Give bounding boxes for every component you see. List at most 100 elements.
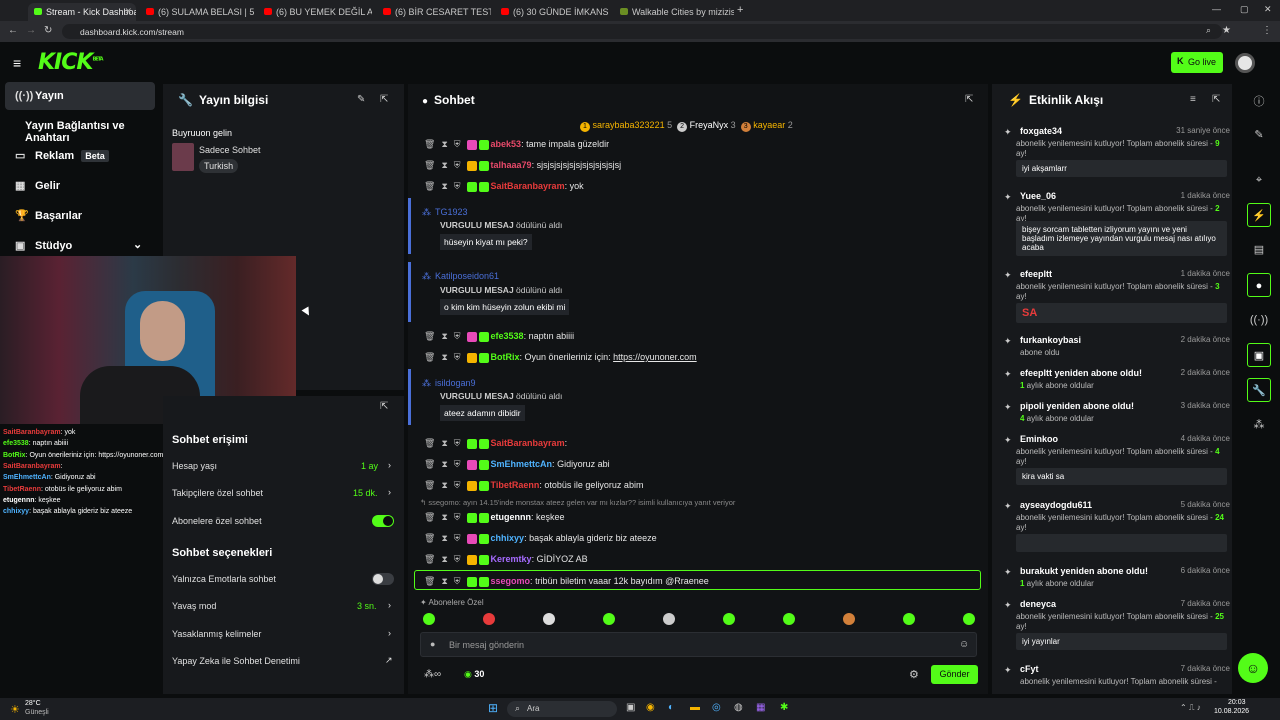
delete-icon[interactable]: 🗑 [424,554,435,564]
chat-username[interactable]: chhixyy [491,533,525,543]
back-icon[interactable]: ← [8,25,18,36]
shield-icon[interactable]: ⛨ [454,139,461,149]
sidebar-item-gelir[interactable]: ▦ Gelir [5,172,155,200]
taskbar-search[interactable]: ⌕ Ara [507,701,617,717]
timeout-icon[interactable]: ⧗ [441,160,447,170]
chevron-right-icon[interactable]: › [388,487,391,497]
popout-icon[interactable]: ⇱ [1212,94,1220,105]
notes-icon[interactable]: ▤ [1247,238,1271,262]
emote[interactable] [903,613,915,625]
sidebar-item-reklam[interactable]: ▭ Reklam Beta [5,142,155,170]
timeout-icon[interactable]: ⧗ [441,512,447,522]
timeout-icon[interactable]: ⧗ [441,139,447,149]
emote[interactable] [543,613,555,625]
browser-menu-icon[interactable]: ⋮ [1262,25,1272,36]
chat-username[interactable]: abek53 [491,139,522,149]
chat-message[interactable]: 🗑 ⧗ ⛨ abek53: tame impala güzeldir [424,139,609,150]
setting-ai-moderation[interactable]: Yapay Zeka ile Sohbet Denetimi [172,656,300,666]
delete-icon[interactable]: 🗑 [424,331,435,341]
chat-username[interactable]: SaitBaranbayram [491,181,565,191]
infinity-points-icon[interactable]: ⁂∞ [424,669,441,680]
delete-icon[interactable]: 🗑 [424,352,435,362]
tab-youtube-4[interactable]: (6) 30 GÜNDE İMKANSIZI BAŞA [495,3,609,21]
chat-message[interactable]: 🗑 ⧗ ⛨ TibetRaenn: otobüs ile geliyoruz abim [424,480,643,491]
chat-message[interactable]: 🗑 ⧗ ⛨ SaitBaranbayram: [424,438,567,449]
obs-icon[interactable]: ◍ [734,702,743,713]
tab-youtube-3[interactable]: (6) BİR CESARET TESTİ NASIL FE [377,3,491,21]
new-tab-icon[interactable]: + [737,4,743,16]
chat-username[interactable]: efe3538 [491,331,524,341]
emote[interactable] [843,613,855,625]
tab-youtube-1[interactable]: (6) SULAMA BELASI | 5Sriders | [140,3,254,21]
shield-icon[interactable]: ⛨ [454,459,461,469]
highlight-user-2[interactable]: ⁂ Katilposeidon61 [422,271,499,282]
emote[interactable] [963,613,975,625]
sidebar-item-basarilar[interactable]: 🏆 Başarılar [5,202,155,230]
emote[interactable] [783,613,795,625]
highlight-user-3[interactable]: ⁂ isildogan9 [422,378,476,389]
setting-account-age[interactable]: Hesap yaşı [172,461,217,471]
emote[interactable] [723,613,735,625]
url-field[interactable]: dashboard.kick.com/stream [62,24,1222,39]
layout-icon[interactable]: ▣ [1247,343,1271,367]
delete-icon[interactable]: 🗑 [424,533,435,543]
shield-icon[interactable]: ⛨ [454,533,461,543]
setting-banned-words[interactable]: Yasaklanmış kelimeler [172,629,261,639]
leader-1-name[interactable]: saraybaba323221 [593,120,665,130]
leader-3-name[interactable]: kayaear [753,120,785,130]
delete-icon[interactable]: 🗑 [424,160,435,170]
chat-bubble-icon[interactable]: ● [1247,273,1271,297]
external-link-icon[interactable]: ↗ [385,655,393,666]
timeout-icon[interactable]: ⧗ [441,438,447,448]
leader-2-name[interactable]: FreyaNyx [690,120,729,130]
shield-icon[interactable]: ⛨ [454,160,461,170]
tab-walkable-cities[interactable]: Walkable Cities by mizizisiz [614,3,734,21]
chevron-right-icon[interactable]: › [388,628,391,638]
support-chat-icon[interactable]: ☺ [1238,653,1268,683]
shield-icon[interactable]: ⛨ [454,480,461,490]
emote[interactable] [483,613,495,625]
emote[interactable] [663,613,675,625]
shield-icon[interactable]: ⛨ [454,438,461,448]
chat-message[interactable]: 🗑 ⧗ ⛨ Keremtky: GİDİYOZ AB [424,554,588,565]
windows-start-icon[interactable]: ⊞ [488,701,498,715]
avatar[interactable] [1235,53,1255,73]
shield-icon[interactable]: ⛨ [454,331,461,341]
popout-icon[interactable]: ⇱ [965,94,973,105]
delete-icon[interactable]: 🗑 [424,480,435,490]
tab-kick-dashboard[interactable]: Stream - Kick Dashboard✕ [28,3,136,21]
chat-message[interactable]: 🗑 ⧗ ⛨ chhixyy: başak ablayla gideriz biz at… [424,533,657,544]
emote[interactable] [423,613,435,625]
zoom-icon[interactable]: ⌕ [1206,25,1211,36]
shield-icon[interactable]: ⛨ [454,352,461,362]
minimize-icon[interactable]: — [1212,4,1221,14]
timeout-icon[interactable]: ⧗ [441,480,447,490]
chevron-right-icon[interactable]: › [388,460,391,470]
maximize-icon[interactable]: ▢ [1240,4,1249,15]
chat-message[interactable]: 🗑 ⧗ ⛨ efe3538: naptın abiiii [424,331,574,342]
delete-icon[interactable]: 🗑 [424,139,435,149]
edit-icon[interactable]: ✎ [357,94,365,105]
chat-username[interactable]: SmEhmettcAn [491,459,553,469]
wrench-icon[interactable]: 🔧 [1247,378,1271,402]
close-tab-icon[interactable]: ✕ [124,6,132,17]
emote[interactable] [603,613,615,625]
chat-username[interactable]: TibetRaenn [491,480,540,490]
chat-message[interactable]: 🗑 ⧗ ⛨ SmEhmettcAn: Gidiyoruz abi [424,459,610,470]
subscribers-only-toggle[interactable] [372,515,394,527]
focus-icon[interactable]: ⌖ [1247,168,1271,192]
delete-icon[interactable]: 🗑 [424,512,435,522]
sidebar-item-stream-key[interactable]: Yayın Bağlantısı ve Anahtarı [5,112,163,144]
task-view-icon[interactable]: ▣ [626,702,635,713]
chrome-icon[interactable]: ◉ [646,702,655,713]
edit-icon[interactable]: ✎ [1247,123,1271,147]
popout-icon[interactable]: ⇱ [380,401,388,412]
chat-settings-gear-icon[interactable]: ⚙ [909,668,919,681]
close-window-icon[interactable]: ✕ [1264,4,1272,15]
setting-slow-mode[interactable]: Yavaş mod [172,601,216,611]
emoji-icon[interactable]: ☺ [959,639,969,650]
timeout-icon[interactable]: ⧗ [441,181,447,191]
delete-icon[interactable]: 🗑 [424,459,435,469]
timeout-icon[interactable]: ⧗ [441,533,447,543]
timeout-icon[interactable]: ⧗ [441,554,447,564]
